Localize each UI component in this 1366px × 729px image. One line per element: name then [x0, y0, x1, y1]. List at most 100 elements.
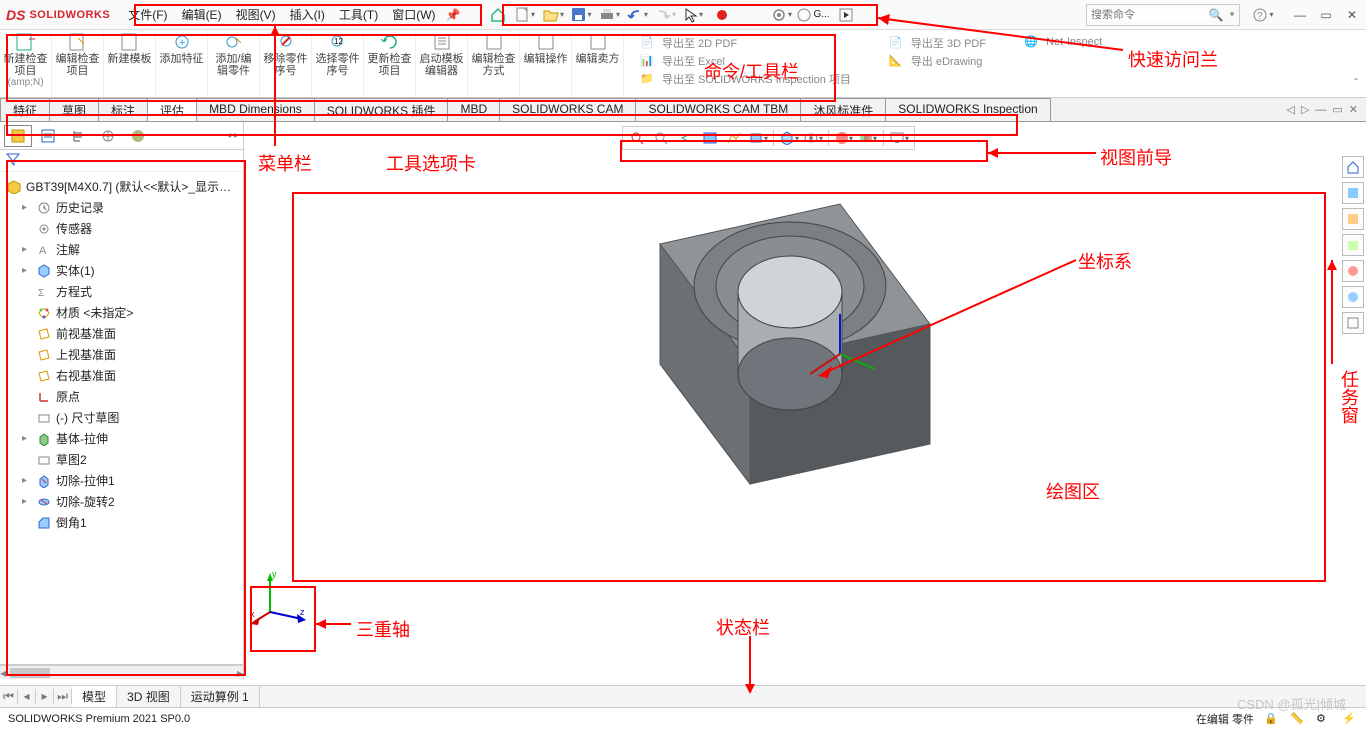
rib-select-balloon[interactable]: 12选择零件序号: [312, 30, 364, 97]
export-2d-pdf[interactable]: 📄导出至 2D PDF: [636, 34, 855, 52]
open-button[interactable]: ▾: [541, 4, 567, 26]
save-button[interactable]: ▾: [569, 4, 595, 26]
pin-icon[interactable]: 📌: [446, 8, 461, 22]
taskpane-appearances-icon[interactable]: [1342, 286, 1364, 308]
ribbon-collapse-icon[interactable]: ˇ: [1354, 76, 1358, 90]
export-3d-pdf[interactable]: 📄导出至 3D PDF: [885, 34, 990, 52]
view-orientation-icon[interactable]: ▾: [747, 128, 769, 148]
rib-add-feature[interactable]: +添加特征: [156, 30, 208, 97]
tree-item[interactable]: (-) 尺寸草图: [4, 407, 243, 428]
expand-icon[interactable]: ▸: [22, 433, 32, 444]
record-button[interactable]: [709, 4, 735, 26]
rib-template-editor[interactable]: 启动模板编辑器: [416, 30, 468, 97]
doc-prev-icon[interactable]: ◁: [1286, 103, 1294, 116]
new-button[interactable]: ▾: [513, 4, 539, 26]
command-search[interactable]: 🔍 ▾: [1086, 4, 1240, 26]
rib-new-inspection[interactable]: 新建检查项目(amp;N): [0, 30, 52, 97]
taskpane-custom-properties-icon[interactable]: [1342, 312, 1364, 334]
rib-update-inspection[interactable]: 更新检查项目: [364, 30, 416, 97]
tab-mbd[interactable]: MBD: [447, 98, 500, 121]
options-button[interactable]: ▾: [769, 4, 795, 26]
menu-edit[interactable]: 编辑(E): [176, 2, 228, 27]
rib-edit-inspection[interactable]: 编辑检查项目: [52, 30, 104, 97]
globe-button[interactable]: G...: [797, 4, 831, 26]
expand-icon[interactable]: ▸: [22, 496, 32, 507]
search-icon[interactable]: 🔍: [1207, 8, 1225, 22]
tree-item[interactable]: 倒角1: [4, 512, 243, 533]
rib-edit-operation[interactable]: 编辑操作: [520, 30, 572, 97]
tree-item[interactable]: 草图2: [4, 449, 243, 470]
tab-mufeng[interactable]: 沐风标准件: [800, 98, 886, 121]
feature-manager-tab[interactable]: [4, 125, 32, 147]
search-input[interactable]: [1087, 9, 1207, 21]
tab-sketch[interactable]: 草图: [49, 98, 99, 121]
display-manager-tab[interactable]: [124, 125, 152, 147]
taskpane-view-palette-icon[interactable]: [1342, 260, 1364, 282]
select-button[interactable]: ▾: [681, 4, 707, 26]
expand-icon[interactable]: ▸: [22, 244, 32, 255]
tree-item[interactable]: Σ方程式: [4, 281, 243, 302]
edit-appearance-icon[interactable]: ▾: [833, 128, 855, 148]
menu-tools[interactable]: 工具(T): [333, 2, 384, 27]
tree-item[interactable]: ▸切除-旋转2: [4, 491, 243, 512]
graphics-area[interactable]: ▾ ▾ ▾ ▾ ▾ ▾: [244, 122, 1366, 679]
bottom-tab-model[interactable]: 模型: [72, 686, 117, 707]
dimxpert-manager-tab[interactable]: [94, 125, 122, 147]
taskpane-resources-icon[interactable]: [1342, 182, 1364, 204]
apply-scene-icon[interactable]: ▾: [857, 128, 879, 148]
tab-evaluate[interactable]: 评估: [147, 98, 197, 121]
minimize-button[interactable]: —: [1292, 8, 1308, 22]
dynamic-annotation-icon[interactable]: [723, 128, 745, 148]
tree-root[interactable]: GBT39[M4X0.7] (默认<<默认>_显示…: [4, 176, 243, 197]
zoom-area-icon[interactable]: [651, 128, 673, 148]
previous-view-icon[interactable]: [675, 128, 697, 148]
export-excel[interactable]: 📊导出至 Excel: [636, 52, 855, 70]
view-settings-icon[interactable]: ▾: [888, 128, 910, 148]
expand-icon[interactable]: ▸: [22, 265, 32, 276]
rib-remove-balloon[interactable]: 移除零件序号: [260, 30, 312, 97]
menu-window[interactable]: 窗口(W): [386, 2, 441, 27]
maximize-button[interactable]: ▭: [1318, 8, 1334, 22]
tree-item[interactable]: ▸A注解: [4, 239, 243, 260]
status-units-icon[interactable]: 📏: [1290, 712, 1306, 726]
manager-scroll-icon[interactable]: ◂ ▸: [226, 130, 239, 141]
expand-icon[interactable]: ▸: [22, 202, 32, 213]
display-style-icon[interactable]: ▾: [778, 128, 800, 148]
tree-filter[interactable]: [0, 150, 243, 172]
taskpane-home-icon[interactable]: [1342, 156, 1364, 178]
redo-button[interactable]: ▾: [653, 4, 679, 26]
tab-inspection[interactable]: SOLIDWORKS Inspection: [885, 98, 1050, 121]
tab-mbd-dimensions[interactable]: MBD Dimensions: [196, 98, 315, 121]
zoom-fit-icon[interactable]: [627, 128, 649, 148]
doc-min-icon[interactable]: —: [1315, 104, 1326, 116]
tree-item[interactable]: 传感器: [4, 218, 243, 239]
taskpane-design-library-icon[interactable]: [1342, 208, 1364, 230]
tree-item[interactable]: 上视基准面: [4, 344, 243, 365]
bottom-tab-3dview[interactable]: 3D 视图: [117, 686, 181, 707]
doc-close-icon[interactable]: ✕: [1349, 103, 1358, 116]
status-rebuild-icon[interactable]: ⚡: [1342, 712, 1358, 726]
export-edrawing[interactable]: 📐导出 eDrawing: [885, 52, 990, 70]
tab-first-icon[interactable]: ⏮: [0, 689, 18, 704]
tree-item[interactable]: ▸历史记录: [4, 197, 243, 218]
doc-next-icon[interactable]: ▷: [1301, 103, 1309, 116]
tab-addins[interactable]: SOLIDWORKS 插件: [314, 98, 449, 121]
rib-edit-vendor[interactable]: 编辑卖方: [572, 30, 624, 97]
section-view-icon[interactable]: [699, 128, 721, 148]
tab-annotate[interactable]: 标注: [98, 98, 148, 121]
menu-insert[interactable]: 插入(I): [284, 2, 331, 27]
play-button[interactable]: [833, 4, 859, 26]
undo-button[interactable]: ▾: [625, 4, 651, 26]
bottom-tab-motion-study[interactable]: 运动算例 1: [181, 686, 260, 707]
tab-last-icon[interactable]: ⏭: [54, 689, 72, 704]
tree-item[interactable]: 右视基准面: [4, 365, 243, 386]
status-mks-icon[interactable]: 🔒: [1264, 712, 1280, 726]
tab-feature[interactable]: 特征: [0, 98, 50, 121]
hide-show-icon[interactable]: ▾: [802, 128, 824, 148]
rib-new-template[interactable]: 新建模板: [104, 30, 156, 97]
tree-item[interactable]: 前视基准面: [4, 323, 243, 344]
export-inspection-project[interactable]: 📁导出至 SOLIDWORKS Inspection 项目: [636, 70, 855, 88]
search-dropdown-icon[interactable]: ▾: [1225, 9, 1239, 20]
tree-item[interactable]: ▸切除-拉伸1: [4, 470, 243, 491]
tree-item[interactable]: ▸实体(1): [4, 260, 243, 281]
